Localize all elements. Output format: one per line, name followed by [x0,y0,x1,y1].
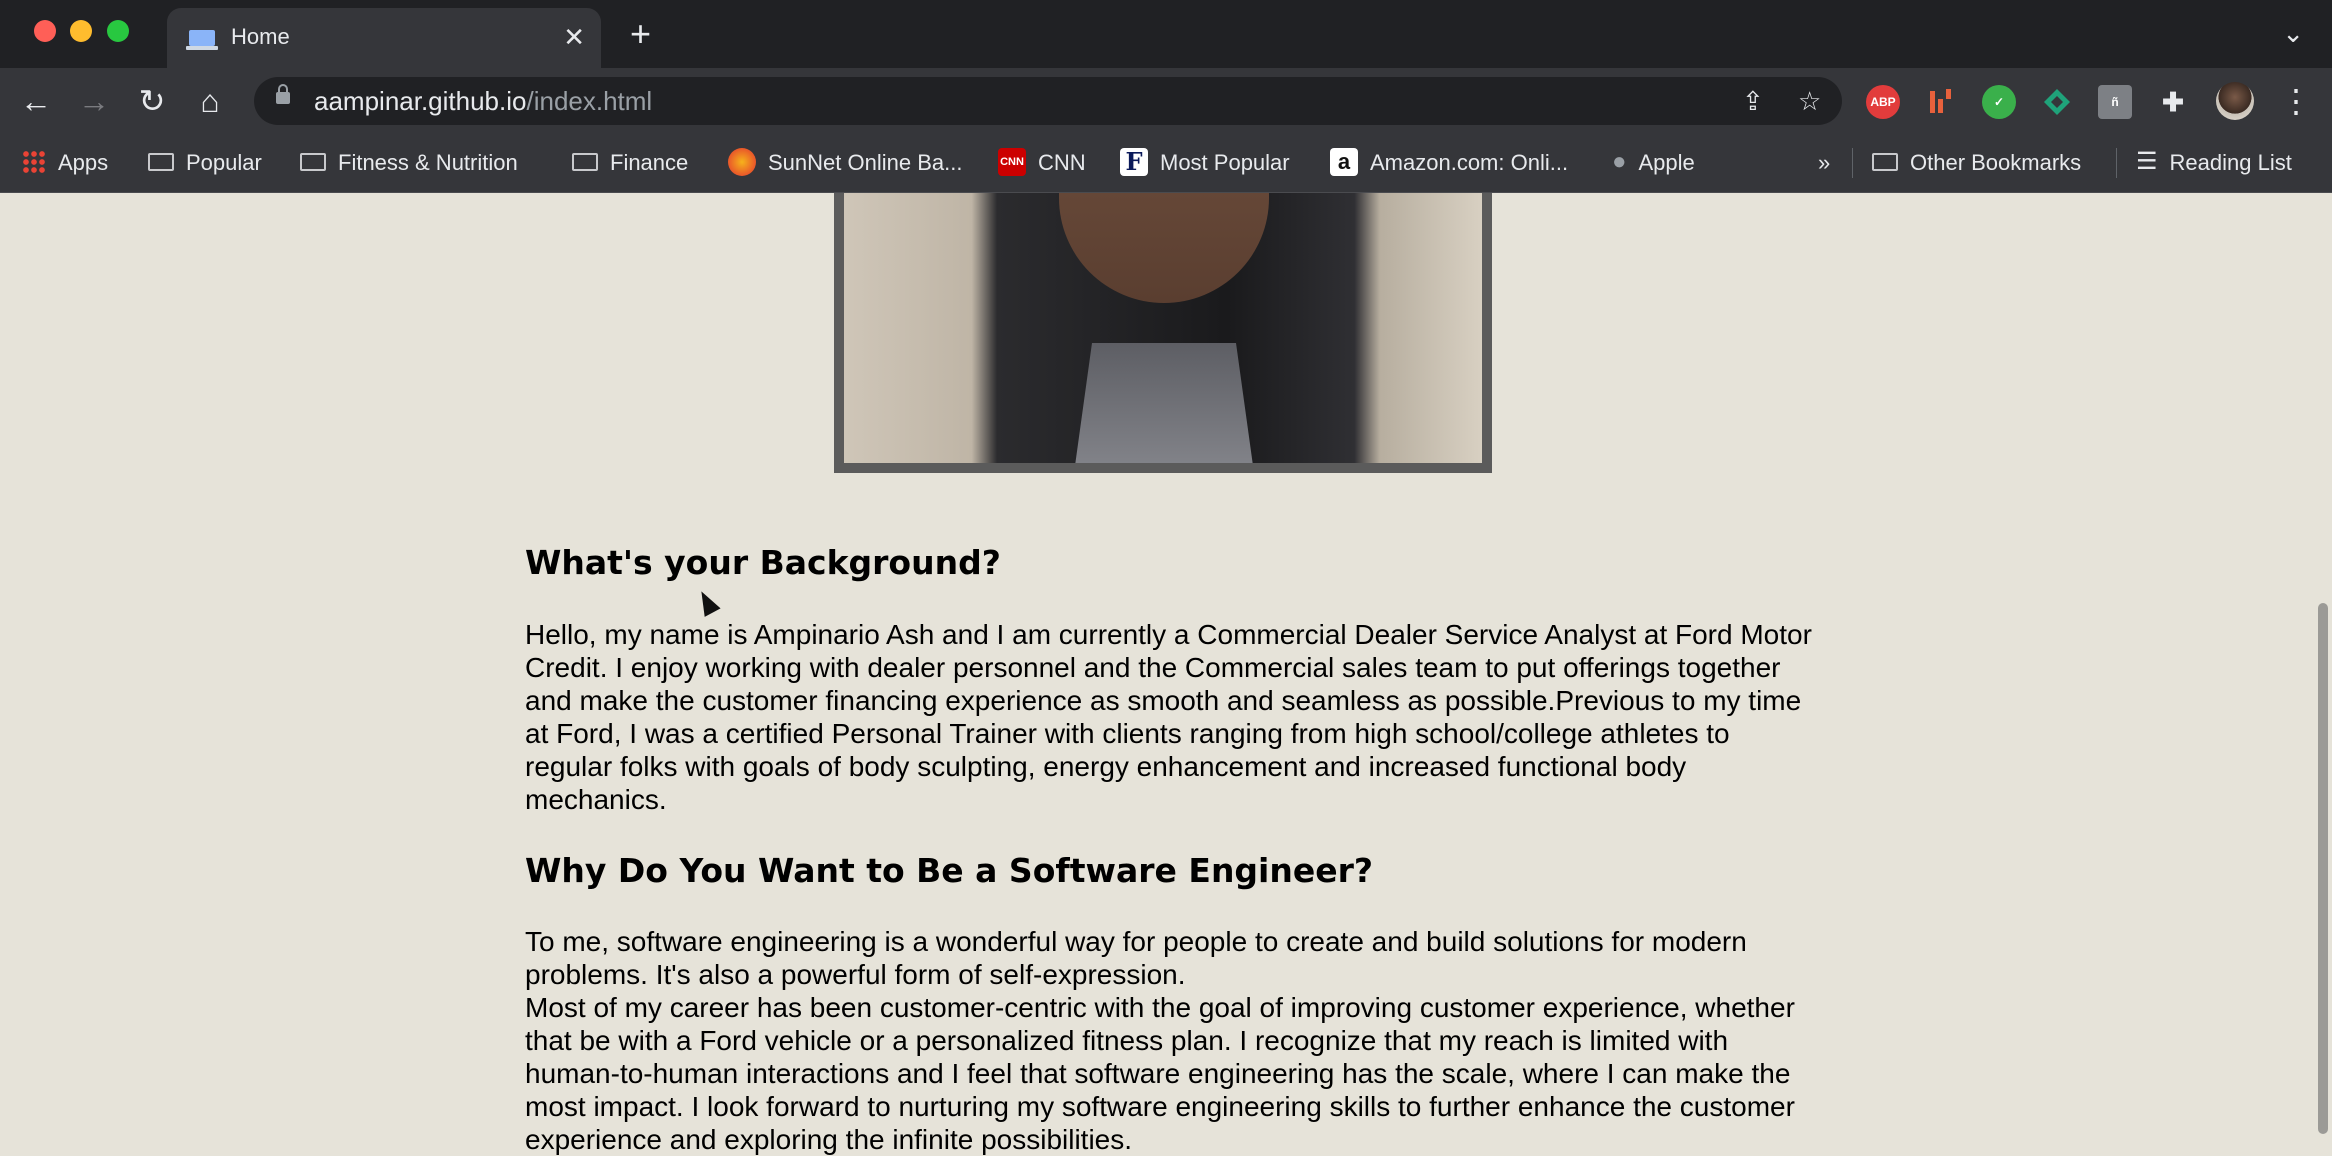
folder-icon [572,153,598,172]
section-title-why-software: Why Do You Want to Be a Software Enginee… [525,851,1374,890]
folder-icon [148,153,174,172]
bookmark-most-popular[interactable]: F Most Popular [1120,146,1290,180]
bookmarks-divider [1852,148,1853,178]
bookmarks-bar: Apps Popular Fitness & Nutrition Finance… [0,134,2332,193]
bookmark-cnn[interactable]: CNN CNN [998,146,1086,180]
reading-list-icon: ☰ [2136,148,2158,176]
apps-grid-icon [22,150,46,175]
extension-bars-icon[interactable] [1924,85,1958,119]
photo-face [1059,193,1269,303]
address-bar[interactable]: aampinar.github.io/index.html ⇪ ☆ [254,77,1842,125]
home-icon[interactable]: ⌂ [190,82,230,122]
browser-toolbar: ← → ↻ ⌂ aampinar.github.io/index.html ⇪ … [0,68,2332,134]
close-window-button[interactable] [34,20,56,42]
profile-avatar[interactable] [2216,82,2254,120]
why-software-paragraph-2: Most of my career has been customer-cent… [525,992,1795,1155]
why-software-paragraph-1: To me, software engineering is a wonderf… [525,926,1747,990]
cnn-icon: CNN [998,148,1026,177]
new-tab-button[interactable]: + [630,16,651,52]
forward-arrow-icon[interactable]: → [74,82,114,122]
reload-icon[interactable]: ↻ [132,82,172,122]
bookmark-other-bookmarks[interactable]: Other Bookmarks [1872,146,2081,180]
extension-teal-icon[interactable] [2040,85,2074,119]
scrollbar-thumb[interactable] [2318,603,2328,1134]
profile-photo-frame [834,193,1492,473]
bookmark-sunnet[interactable]: SunNet Online Ba... [728,146,962,180]
extension-green-icon[interactable]: ✓ [1982,85,2016,119]
amazon-icon: a [1330,148,1358,177]
url-text[interactable]: aampinar.github.io/index.html [314,86,652,116]
section-title-background: What's your Background? [525,543,1001,582]
sunnet-icon [728,148,756,177]
bookmark-fitness-nutrition[interactable]: Fitness & Nutrition [300,146,518,180]
lock-icon[interactable] [276,84,290,104]
photo-shirt [1074,343,1254,463]
reading-list-button[interactable]: ☰ Reading List [2136,146,2292,180]
folder-icon [300,153,326,172]
bookmark-apps[interactable]: Apps [22,146,108,180]
kebab-menu-icon[interactable]: ⋮ [2280,82,2312,120]
tab-title: Home [231,24,290,49]
bookmark-star-icon[interactable]: ☆ [1798,85,1821,117]
tab-search-chevron-icon[interactable]: ⌄ [2282,18,2304,48]
page-scrollbar[interactable] [2314,193,2332,1134]
extensions-puzzle-icon[interactable]: ✚ [2156,85,2190,119]
back-arrow-icon[interactable]: ← [16,82,56,122]
bookmark-popular[interactable]: Popular [148,146,262,180]
extension-gray-icon[interactable]: ñ [2098,85,2132,119]
browser-titlebar: Home ✕ + ⌄ [0,0,2332,68]
minimize-window-button[interactable] [70,20,92,42]
bookmark-finance[interactable]: Finance [572,146,688,180]
share-icon[interactable]: ⇪ [1742,85,1764,117]
laptop-favicon-icon [186,30,218,50]
apple-icon: ● [1612,148,1627,176]
bookmark-apple[interactable]: ● Apple [1612,146,1695,180]
profile-photo [844,193,1482,463]
background-paragraph: Hello, my name is Ampinario Ash and I am… [525,619,1812,815]
bookmarks-overflow-chevron[interactable]: » [1818,146,1830,180]
folder-icon [1872,153,1898,172]
bookmarks-divider [2116,148,2117,178]
adblock-plus-icon[interactable]: ABP [1866,85,1900,119]
maximize-window-button[interactable] [107,20,129,42]
bookmark-amazon[interactable]: a Amazon.com: Onli... [1330,146,1568,180]
close-tab-icon[interactable]: ✕ [563,22,585,52]
tab-home[interactable]: Home ✕ [167,8,601,68]
forbes-icon: F [1120,148,1148,177]
page-content: What's your Background? Hello, my name i… [0,193,2314,1155]
